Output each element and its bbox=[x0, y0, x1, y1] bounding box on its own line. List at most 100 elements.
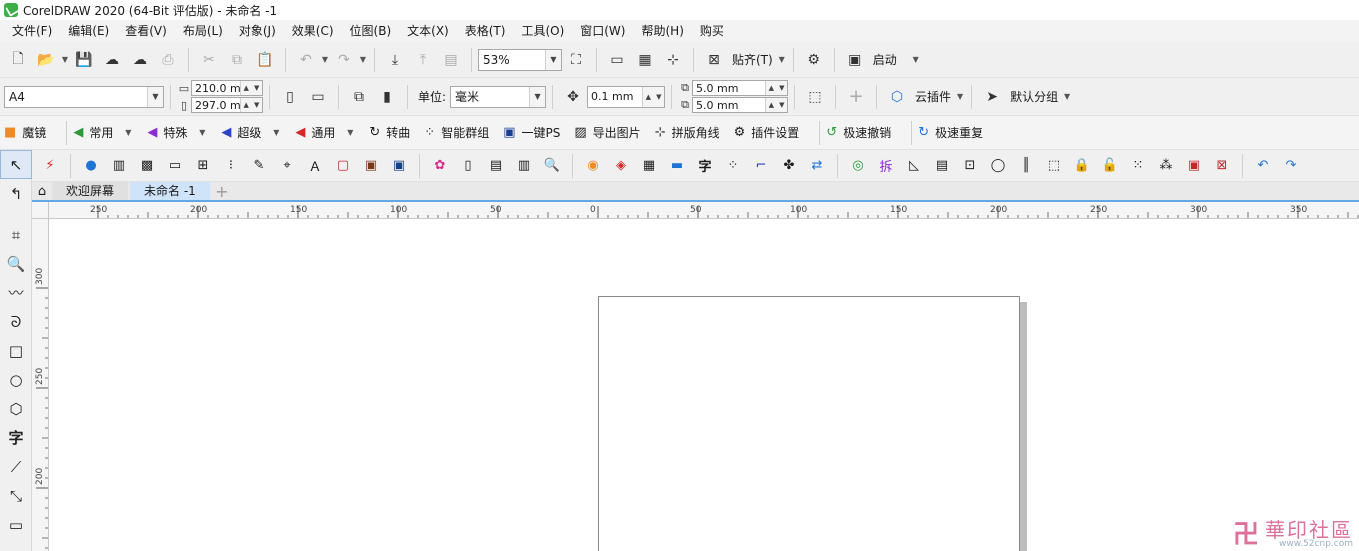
import-icon[interactable]: ⤓ bbox=[383, 48, 407, 72]
select-arrow-icon[interactable]: ⬚ bbox=[1043, 155, 1065, 177]
tab-welcome-screen[interactable]: 欢迎屏幕 bbox=[52, 182, 129, 200]
chevron-down-icon[interactable]: ▼ bbox=[197, 121, 207, 145]
launch-app-icon[interactable]: ▣ bbox=[843, 48, 867, 72]
snap-off-icon[interactable]: ⊠ bbox=[702, 48, 726, 72]
plugin-magic-mirror[interactable]: ■ 魔镜 bbox=[4, 124, 46, 141]
color-bar-icon[interactable]: ▥ bbox=[513, 155, 535, 177]
current-page-icon[interactable]: ▮ bbox=[375, 85, 399, 109]
units-select[interactable]: 毫米 ▼ bbox=[450, 85, 547, 108]
parallel-dimension-tool-icon[interactable]: ⟋ bbox=[0, 452, 32, 481]
ps-icon[interactable]: ▣ bbox=[388, 155, 410, 177]
home-icon[interactable]: ⌂ bbox=[32, 182, 52, 200]
redo-icon[interactable]: ↷ bbox=[332, 48, 356, 72]
options-gear-icon[interactable]: ⚙ bbox=[802, 48, 826, 72]
plugin-general[interactable]: ◀ 通用 ▼ bbox=[295, 121, 355, 145]
artistic-media-tool-icon[interactable]: ᘐ bbox=[0, 307, 32, 336]
duplicate-y-input[interactable]: 5.0 mm ▲ ▼ bbox=[692, 97, 789, 113]
landscape-icon[interactable]: ▭ bbox=[306, 85, 330, 109]
new-tab-plus-icon[interactable]: + bbox=[212, 182, 232, 201]
pick-tool-icon[interactable]: ↖ bbox=[0, 150, 32, 179]
menu-layout[interactable]: 布局(L) bbox=[175, 20, 231, 42]
freehand-tool-icon[interactable]: 〰 bbox=[0, 278, 32, 307]
table-icon[interactable]: ⊞ bbox=[192, 155, 214, 177]
badge-icon[interactable]: ● bbox=[80, 155, 102, 177]
barcode-block-icon[interactable]: ▦ bbox=[638, 155, 660, 177]
text-style-icon[interactable]: ▬ bbox=[666, 155, 688, 177]
qr-code-icon[interactable]: ▩ bbox=[136, 155, 158, 177]
menu-tools[interactable]: 工具(O) bbox=[513, 20, 572, 42]
triangle-ruler-icon[interactable]: ◺ bbox=[903, 155, 925, 177]
document-stack-icon[interactable]: ▤ bbox=[931, 155, 953, 177]
menu-window[interactable]: 窗口(W) bbox=[572, 20, 633, 42]
text-tool-icon[interactable]: 字 bbox=[0, 423, 32, 452]
portrait-icon[interactable]: ▯ bbox=[278, 85, 302, 109]
barcode-icon[interactable]: ║ bbox=[1015, 155, 1037, 177]
red-x-frame-icon[interactable]: ⊠ bbox=[1211, 155, 1233, 177]
menu-text[interactable]: 文本(X) bbox=[399, 20, 457, 42]
default-group-caret[interactable]: ▼ bbox=[1062, 85, 1072, 109]
plugin-super[interactable]: ◀ 超级 ▼ bbox=[221, 121, 281, 145]
page-frame-icon[interactable]: ⬚ bbox=[803, 85, 827, 109]
menu-help[interactable]: 帮助(H) bbox=[633, 20, 691, 42]
polygon-tool-icon[interactable]: ⬡ bbox=[0, 394, 32, 423]
plugin-crop-marks[interactable]: ⊹ 拼版角线 bbox=[655, 124, 720, 141]
show-rulers-icon[interactable]: ▭ bbox=[605, 48, 629, 72]
cloud-plugin-button[interactable]: 云插件 bbox=[911, 88, 955, 105]
pen-icon[interactable]: ✎ bbox=[248, 155, 270, 177]
text-frame-icon[interactable]: Ａ bbox=[304, 155, 326, 177]
chevron-down-icon[interactable]: ▼ bbox=[345, 121, 355, 145]
undo-icon[interactable]: ↶ bbox=[294, 48, 318, 72]
menu-effects[interactable]: 效果(C) bbox=[284, 20, 342, 42]
plugin-export-image[interactable]: ▨ 导出图片 bbox=[574, 124, 640, 141]
menu-view[interactable]: 查看(V) bbox=[117, 20, 175, 42]
menu-bitmaps[interactable]: 位图(B) bbox=[342, 20, 400, 42]
rectangle-tool-icon[interactable]: □ bbox=[0, 336, 32, 365]
snap-dropdown-caret[interactable]: ▼ bbox=[777, 48, 787, 72]
lock-icon[interactable]: 🔒 bbox=[1071, 155, 1093, 177]
plugin-fast-redo[interactable]: ↻ 极速重复 bbox=[918, 124, 983, 141]
redo-icon[interactable]: ↷ bbox=[1280, 155, 1302, 177]
undo-icon[interactable]: ↶ bbox=[1252, 155, 1274, 177]
shape-tool-icon[interactable]: ↰ bbox=[0, 179, 32, 208]
target-circle-icon[interactable]: ◯ bbox=[987, 155, 1009, 177]
launch-dropdown-caret[interactable]: ▼ bbox=[911, 48, 921, 72]
open-folder-icon[interactable]: 📂 bbox=[34, 48, 58, 72]
duplicate-x-input[interactable]: 5.0 mm ▲ ▼ bbox=[692, 80, 789, 96]
numbering-icon[interactable]: ⁝ bbox=[220, 155, 242, 177]
blob-shape-icon[interactable]: ✤ bbox=[778, 155, 800, 177]
color-picker-icon[interactable]: ◈ bbox=[610, 155, 632, 177]
pattern-icon[interactable]: ✿ bbox=[429, 155, 451, 177]
snap-to-button[interactable]: 贴齐(T) bbox=[728, 51, 777, 68]
cdr-file-icon[interactable]: ⇄ bbox=[806, 155, 828, 177]
align-center-icon[interactable]: ⌖ bbox=[276, 155, 298, 177]
cloud-share-icon[interactable]: ☁ bbox=[128, 48, 152, 72]
show-guidelines-icon[interactable]: ⊹ bbox=[661, 48, 685, 72]
page-size-select[interactable]: A4 ▼ bbox=[4, 85, 164, 108]
dots-grid-icon[interactable]: ⁘ bbox=[722, 155, 744, 177]
chevron-down-icon[interactable]: ▼ bbox=[545, 49, 561, 70]
default-group-button[interactable]: 默认分组 bbox=[1006, 88, 1062, 105]
paste-icon[interactable]: 📋 bbox=[253, 48, 277, 72]
character-icon[interactable]: 字 bbox=[694, 155, 716, 177]
cloud-plugin-caret[interactable]: ▼ bbox=[955, 85, 965, 109]
drawing-canvas[interactable]: 卍 華印社區 www.52cnp.com bbox=[49, 219, 1359, 551]
plugin-common[interactable]: ◀ 常用 ▼ bbox=[73, 121, 133, 145]
ruler-origin-corner[interactable] bbox=[32, 202, 49, 219]
plugin-one-click-ps[interactable]: ▣ 一键PS bbox=[503, 124, 560, 141]
nudge-spinner[interactable]: ▲ ▼ bbox=[642, 86, 665, 107]
plugin-smart-group[interactable]: ⁘ 智能群组 bbox=[424, 124, 489, 141]
node-select-icon[interactable]: ⁂ bbox=[1155, 155, 1177, 177]
menu-object[interactable]: 对象(J) bbox=[231, 20, 284, 42]
drop-shadow-tool-icon[interactable]: ▭ bbox=[0, 510, 32, 539]
plugin-settings[interactable]: ⚙ 插件设置 bbox=[734, 124, 800, 141]
chevron-down-icon[interactable]: ▼ bbox=[271, 121, 281, 145]
page-height-input[interactable]: 297.0 mm ▲ ▼ bbox=[191, 97, 263, 113]
book-icon[interactable]: ▯ bbox=[457, 155, 479, 177]
dotted-select-icon[interactable]: ⁙ bbox=[1127, 155, 1149, 177]
publish-pdf-icon[interactable]: ▤ bbox=[439, 48, 463, 72]
plugin-special[interactable]: ◀ 特殊 ▼ bbox=[147, 121, 207, 145]
green-circle-icon[interactable]: ◎ bbox=[847, 155, 869, 177]
cloud-upload-icon[interactable]: ☁ bbox=[100, 48, 124, 72]
launch-button[interactable]: 启动 bbox=[869, 51, 901, 68]
cut-icon[interactable]: ✂ bbox=[197, 48, 221, 72]
